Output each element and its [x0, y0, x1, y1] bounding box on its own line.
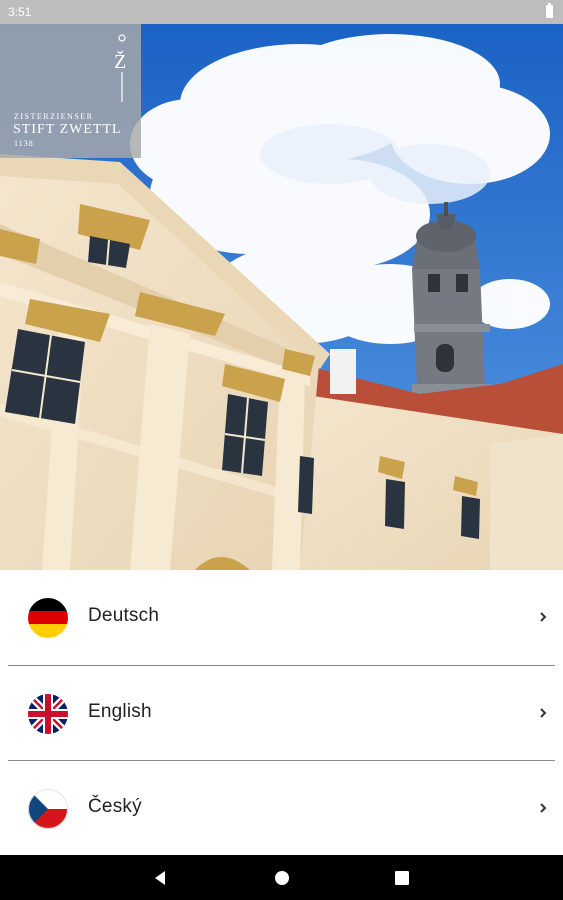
battery-icon: [546, 3, 553, 18]
flag-czech-republic-icon: [28, 789, 68, 829]
language-label: Český: [88, 796, 142, 817]
android-navigation-bar: [0, 855, 563, 900]
chevron-right-icon: [540, 803, 547, 813]
flag-germany-icon: [28, 598, 68, 638]
logo-year: 1138: [14, 139, 34, 148]
language-item-english[interactable]: English: [0, 666, 563, 761]
chevron-right-icon: [540, 612, 547, 622]
status-time: 3:51: [8, 5, 32, 19]
language-item-deutsch[interactable]: Deutsch: [0, 570, 563, 665]
language-label: Deutsch: [88, 605, 160, 626]
recents-icon[interactable]: [391, 867, 413, 889]
back-icon[interactable]: [150, 867, 172, 889]
svg-text:Ž: Ž: [114, 50, 126, 73]
stift-zwettl-logo: Ž ZISTERZIENSER STIFT ZWETTL 1138: [0, 24, 141, 158]
language-item-cesky[interactable]: Český: [0, 761, 563, 856]
language-list: Deutsch English Český: [0, 570, 563, 855]
logo-emblem-icon: Ž: [114, 34, 126, 102]
logo-subtitle: ZISTERZIENSER: [14, 112, 94, 121]
flag-united-kingdom-icon: [28, 694, 68, 734]
logo-name: STIFT ZWETTL: [13, 122, 122, 137]
language-label: English: [88, 701, 152, 722]
chevron-right-icon: [540, 708, 547, 718]
status-bar: 3:51: [0, 0, 563, 24]
home-icon[interactable]: [271, 867, 293, 889]
